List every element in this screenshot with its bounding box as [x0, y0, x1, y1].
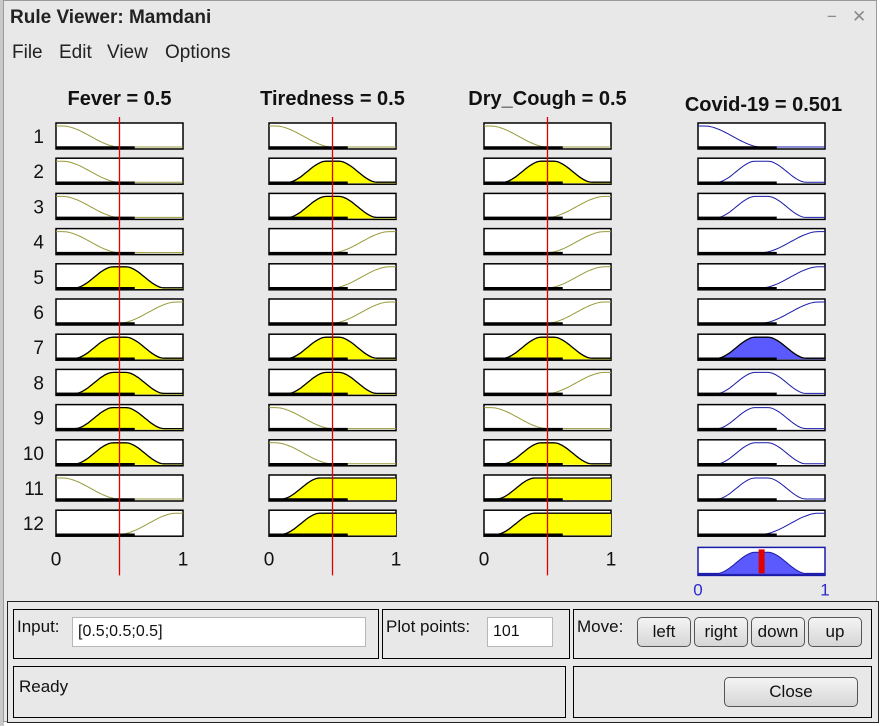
rule-number: 12	[23, 514, 44, 535]
output-axis-min-label: 0	[693, 580, 702, 599]
output-variable-label: Covid-19 = 0.501	[685, 94, 842, 116]
defuzzified-value-marker	[758, 549, 765, 574]
move-down-button[interactable]: down	[751, 617, 805, 647]
input-label: Input:	[17, 617, 60, 636]
rule-number: 9	[33, 409, 44, 430]
menu-view[interactable]: View	[107, 42, 148, 64]
move-left-button[interactable]: left	[637, 617, 691, 647]
output-mf-box	[697, 157, 826, 185]
output-mf-box	[697, 368, 826, 397]
rule-number: 1	[33, 127, 44, 148]
output-mf-box	[697, 474, 826, 502]
output-mf-box	[697, 403, 826, 432]
output-mf-box	[697, 227, 826, 256]
output-mf-box	[697, 439, 826, 467]
move-right-button[interactable]: right	[694, 617, 748, 647]
input-variable-label: Dry_Cough = 0.5	[468, 88, 626, 110]
rule-number: 6	[33, 303, 44, 324]
rule-plots[interactable]: 123456789101112Fever = 0.50 1Tiredness = …	[4, 71, 876, 601]
rule-number: 2	[33, 162, 44, 183]
output-mf-box	[697, 298, 826, 326]
rule-viewer-window: Rule Viewer: Mamdani − ✕ File Edit View …	[3, 0, 879, 723]
axis-min-label: 0	[51, 549, 62, 570]
menu-edit[interactable]: Edit	[59, 42, 92, 64]
axis-max-label: 1	[391, 549, 402, 570]
menu-options[interactable]: Options	[165, 42, 230, 64]
move-up-button[interactable]: up	[808, 617, 862, 647]
axis-min-label: 0	[479, 549, 490, 570]
rule-number: 4	[33, 233, 44, 254]
input-panel: Input: [0.5;0.5;0.5]	[13, 609, 379, 659]
rule-number: 5	[33, 268, 44, 289]
menu-bar: File Edit View Options	[4, 39, 876, 67]
close-window-button[interactable]: ✕	[852, 7, 866, 27]
axis-max-label: 1	[606, 549, 617, 570]
plot-points-panel: Plot points: 101	[382, 609, 570, 659]
rule-number: 3	[33, 197, 44, 218]
status-text: Ready	[19, 677, 69, 696]
move-label: Move:	[577, 617, 624, 636]
status-panel: Ready	[13, 666, 566, 718]
menu-file[interactable]: File	[12, 42, 43, 64]
input-variable-label: Fever = 0.5	[68, 88, 172, 110]
output-mf-box	[697, 122, 826, 150]
axis-max-label: 1	[178, 549, 189, 570]
move-panel: Move: left right down up	[573, 609, 872, 659]
axis-min-label: 0	[264, 549, 275, 570]
rule-number: 8	[33, 373, 44, 394]
window-title: Rule Viewer: Mamdani	[10, 7, 212, 28]
input-variable-label: Tiredness = 0.5	[260, 88, 405, 110]
minimize-button[interactable]: −	[827, 7, 837, 27]
close-panel: Close	[573, 666, 872, 718]
rule-number: 11	[24, 479, 44, 500]
plot-points-field[interactable]: 101	[487, 617, 553, 647]
plot-points-label: Plot points:	[386, 617, 471, 636]
rule-number: 7	[33, 338, 44, 359]
rule-number: 10	[23, 444, 44, 465]
output-mf-box	[697, 509, 826, 537]
input-field[interactable]: [0.5;0.5;0.5]	[72, 617, 366, 647]
rule-plot-area[interactable]: 1 2 3 4 5 6 7 8 9 10 11 12 Fever = 0.5 0 1 Tiredness = …	[4, 71, 876, 606]
close-button[interactable]: Close	[724, 677, 858, 707]
output-mf-box	[697, 192, 826, 221]
output-mf-box	[697, 263, 826, 291]
title-bar[interactable]: Rule Viewer: Mamdani − ✕	[4, 1, 876, 37]
output-axis-max-label: 1	[820, 580, 829, 599]
